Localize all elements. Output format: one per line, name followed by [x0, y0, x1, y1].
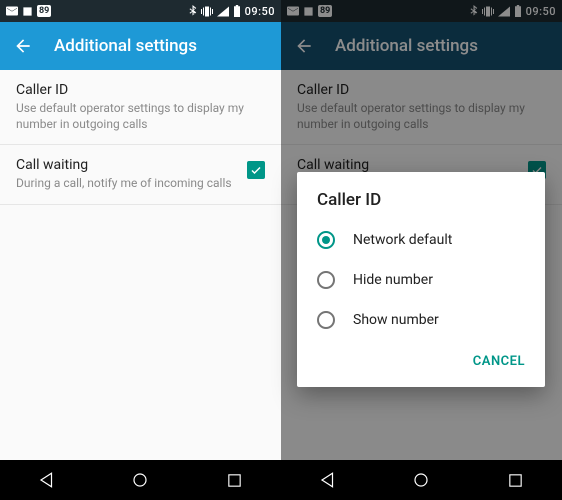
mail-icon — [6, 6, 18, 16]
radio-option-network-default[interactable]: Network default — [297, 220, 545, 260]
home-nav-icon[interactable] — [129, 469, 151, 491]
list-item-subtitle: Use default operator settings to display… — [297, 100, 546, 132]
recents-nav-icon[interactable] — [223, 469, 245, 491]
list-item-title: Call waiting — [297, 157, 516, 173]
page-title: Additional settings — [54, 36, 197, 56]
radio-icon — [317, 271, 335, 289]
image-icon — [303, 6, 314, 17]
radio-label: Hide number — [353, 272, 433, 288]
recents-nav-icon[interactable] — [504, 469, 526, 491]
divider — [0, 204, 281, 205]
cancel-button[interactable]: CANCEL — [465, 348, 533, 375]
status-bar: 89 09:50 — [0, 0, 281, 22]
back-nav-icon[interactable] — [36, 469, 58, 491]
list-item-caller-id[interactable]: Caller ID Use default operator settings … — [0, 70, 281, 144]
list-item-title: Call waiting — [16, 157, 235, 173]
settings-list: Caller ID Use default operator settings … — [0, 70, 281, 460]
vibrate-icon — [201, 6, 213, 17]
list-item-title: Caller ID — [297, 82, 546, 98]
list-item-title: Caller ID — [16, 82, 265, 98]
mail-icon — [287, 6, 299, 16]
signal-icon — [498, 6, 510, 17]
app-bar: Additional settings — [281, 22, 562, 70]
clock: 09:50 — [526, 5, 556, 18]
battery-icon — [233, 5, 241, 17]
back-icon[interactable] — [12, 35, 34, 57]
bluetooth-icon — [188, 5, 197, 17]
back-icon[interactable] — [293, 35, 315, 57]
vibrate-icon — [482, 6, 494, 17]
screen-settings-right: 89 09:50 Additi — [281, 0, 562, 500]
radio-option-hide-number[interactable]: Hide number — [297, 260, 545, 300]
nav-bar — [281, 460, 562, 500]
checkbox-icon[interactable] — [247, 161, 265, 179]
list-item-subtitle: Use default operator settings to display… — [16, 100, 265, 132]
list-item-caller-id[interactable]: Caller ID Use default operator settings … — [281, 70, 562, 144]
battery-badge: 89 — [318, 5, 332, 17]
bluetooth-icon — [469, 5, 478, 17]
list-item-subtitle: During a call, notify me of incoming cal… — [16, 175, 235, 191]
signal-icon — [217, 6, 229, 17]
screen-settings-left: 89 09:50 Additi — [0, 0, 281, 500]
image-icon — [22, 6, 33, 17]
list-item-call-waiting[interactable]: Call waiting During a call, notify me of… — [0, 145, 281, 203]
home-nav-icon[interactable] — [410, 469, 432, 491]
battery-icon — [514, 5, 522, 17]
app-bar: Additional settings — [0, 22, 281, 70]
battery-badge: 89 — [37, 5, 51, 17]
status-bar: 89 09:50 — [281, 0, 562, 22]
clock: 09:50 — [245, 5, 275, 18]
nav-bar — [0, 460, 281, 500]
radio-label: Show number — [353, 312, 439, 328]
radio-icon — [317, 311, 335, 329]
page-title: Additional settings — [335, 36, 478, 56]
caller-id-dialog: Caller ID Network default Hide number Sh… — [297, 172, 545, 387]
radio-option-show-number[interactable]: Show number — [297, 300, 545, 340]
radio-icon — [317, 231, 335, 249]
radio-label: Network default — [353, 232, 452, 248]
back-nav-icon[interactable] — [317, 469, 339, 491]
dialog-title: Caller ID — [297, 190, 545, 220]
